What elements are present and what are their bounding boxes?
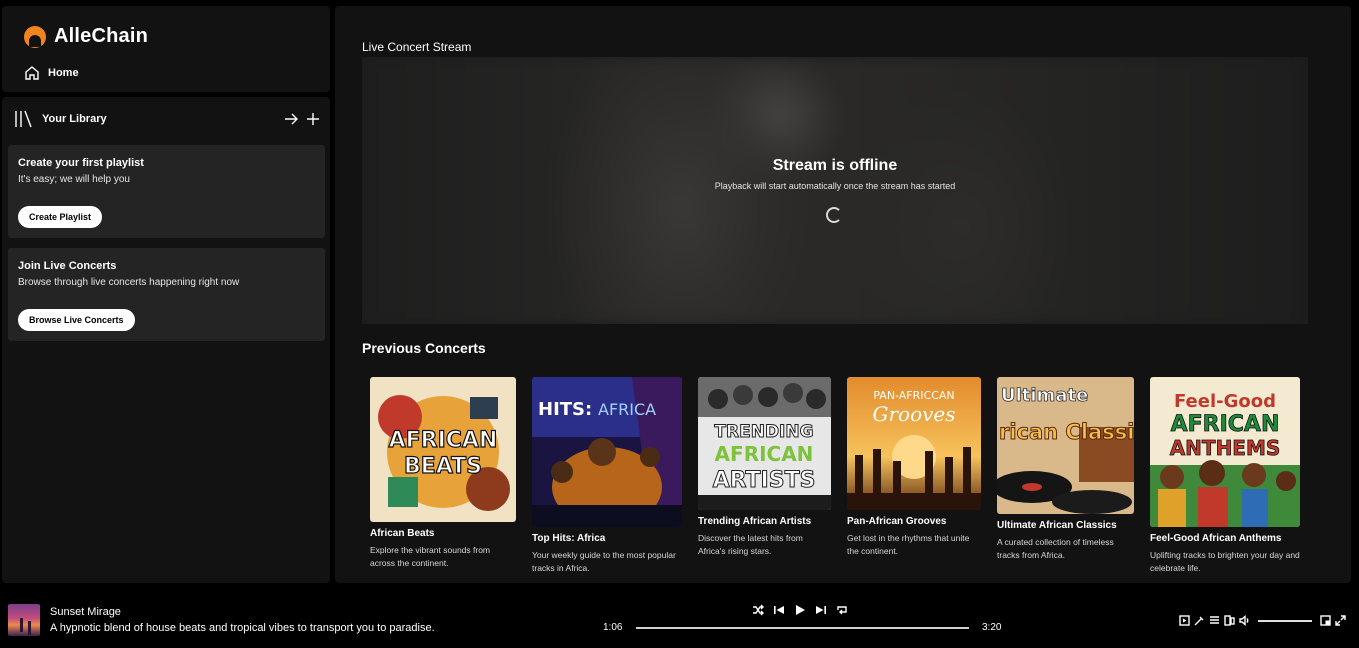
card-text: Browse through live concerts happening r… xyxy=(18,277,240,288)
concert-artwork: TRENDING AFRICAN ARTISTS xyxy=(698,377,831,510)
svg-text:Ultimate: Ultimate xyxy=(1001,385,1088,406)
concert-description: Discover the latest hits from Africa's r… xyxy=(698,533,803,556)
browse-live-concerts-button[interactable]: Browse Live Concerts xyxy=(18,309,135,331)
svg-text:ARTISTS: ARTISTS xyxy=(713,468,816,493)
repeat-icon[interactable] xyxy=(836,604,848,616)
svg-text:AFRICAN: AFRICAN xyxy=(1171,412,1280,437)
concert-title: Top Hits: Africa xyxy=(532,533,606,544)
live-concerts-card: Join Live Concerts Browse through live c… xyxy=(8,248,325,341)
track-thumbnail[interactable] xyxy=(8,604,40,636)
concert-description: Get lost in the rhythms that unite the c… xyxy=(847,533,970,556)
app-logo[interactable]: AlleChain xyxy=(24,25,148,48)
concert-card-trending-african-artists[interactable]: TRENDING AFRICAN ARTISTS Trending Africa… xyxy=(698,377,831,558)
nav-home-label: Home xyxy=(48,67,79,79)
concert-artwork: Feel-Good AFRICAN ANTHEMS xyxy=(1150,377,1300,527)
connect-device-icon[interactable] xyxy=(1224,615,1235,626)
mini-player-icon[interactable] xyxy=(1320,615,1331,626)
card-text: It's easy; we will help you xyxy=(18,174,130,185)
concert-description: Uplifting tracks to brighten your day an… xyxy=(1150,550,1300,573)
shuffle-icon[interactable] xyxy=(752,604,764,616)
svg-text:rican Classi: rican Classi xyxy=(999,420,1134,444)
library-header: Your Library xyxy=(14,109,320,129)
concert-title: Trending African Artists xyxy=(698,516,812,527)
library-toggle[interactable]: Your Library xyxy=(14,110,107,128)
track-title[interactable]: Sunset Mirage xyxy=(50,606,121,618)
concert-artwork: Ultimate rican Classi xyxy=(997,377,1134,514)
live-section-label: Live Concert Stream xyxy=(362,40,472,54)
total-time: 3:20 xyxy=(982,622,1002,633)
live-stream-player[interactable]: Stream is offline Playback will start au… xyxy=(362,57,1308,324)
concert-card-ultimate-african-classics[interactable]: Ultimate rican Classi Ultimate African C… xyxy=(997,377,1134,562)
concert-title: African Beats xyxy=(370,528,435,539)
svg-text:AFRICAN: AFRICAN xyxy=(389,428,498,453)
track-description: A hypnotic blend of house beats and trop… xyxy=(50,622,435,634)
library-icon xyxy=(14,110,34,128)
logo-icon xyxy=(24,25,46,48)
stream-status-title: Stream is offline xyxy=(772,157,898,174)
concert-card-feel-good-african-anthems[interactable]: Feel-Good AFRICAN ANTHEMS Feel-Good Afri… xyxy=(1150,377,1300,575)
library-title: Your Library xyxy=(42,113,107,125)
brand-panel: AlleChain Home xyxy=(2,6,330,92)
lyrics-icon[interactable] xyxy=(1194,615,1205,626)
progress-bar[interactable] xyxy=(636,627,969,629)
concert-title: Feel-Good African Anthems xyxy=(1150,533,1282,544)
previous-track-icon[interactable] xyxy=(773,604,785,616)
svg-text:AFRICA: AFRICA xyxy=(598,400,656,419)
concert-description: Explore the vibrant sounds from across t… xyxy=(370,545,491,568)
current-time: 1:06 xyxy=(603,622,623,633)
queue-icon[interactable] xyxy=(1209,615,1220,626)
fullscreen-icon[interactable] xyxy=(1335,615,1346,626)
next-track-icon[interactable] xyxy=(815,604,827,616)
concert-card-african-beats[interactable]: AFRICAN BEATS African Beats Explore the … xyxy=(370,377,516,570)
create-playlist-button[interactable]: Create Playlist xyxy=(18,206,103,228)
concert-description: Your weekly guide to the most popular tr… xyxy=(532,550,676,573)
player-tools xyxy=(1179,615,1346,626)
card-title: Create your first playlist xyxy=(18,157,144,169)
library-panel: Your Library Create your first playlist … xyxy=(2,97,330,583)
svg-text:BEATS: BEATS xyxy=(404,454,482,479)
svg-text:TRENDING: TRENDING xyxy=(714,422,813,442)
svg-text:PAN-AFRICCAN: PAN-AFRICCAN xyxy=(873,389,954,402)
loading-spinner-icon xyxy=(826,207,842,223)
concert-card-top-hits-africa[interactable]: HITS: AFRICA Top Hits: Africa Your weekl… xyxy=(532,377,682,575)
svg-text:HITS:: HITS: xyxy=(538,399,592,420)
concert-title: Ultimate African Classics xyxy=(997,520,1117,531)
svg-text:Feel-Good: Feel-Good xyxy=(1174,391,1276,412)
play-icon[interactable] xyxy=(794,604,806,616)
home-icon xyxy=(24,65,40,81)
volume-icon[interactable] xyxy=(1239,615,1250,626)
plus-icon[interactable] xyxy=(306,112,320,126)
concert-title: Pan-African Grooves xyxy=(847,516,947,527)
main-panel: Live Concert Stream Stream is offline Pl… xyxy=(335,6,1351,583)
arrow-right-icon[interactable] xyxy=(284,112,298,126)
svg-text:ANTHEMS: ANTHEMS xyxy=(1170,436,1281,460)
stream-status-subtitle: Playback will start automatically once t… xyxy=(714,181,956,191)
concert-artwork: AFRICAN BEATS xyxy=(370,377,516,522)
create-playlist-card: Create your first playlist It's easy; we… xyxy=(8,145,325,238)
card-title: Join Live Concerts xyxy=(18,260,117,272)
app-name: AlleChain xyxy=(54,25,149,47)
svg-text:Grooves: Grooves xyxy=(872,402,955,426)
svg-text:AFRICAN: AFRICAN xyxy=(715,442,814,466)
concert-artwork: PAN-AFRICCAN Grooves xyxy=(847,377,981,510)
nav-home[interactable]: Home xyxy=(24,65,79,81)
playback-controls xyxy=(752,604,848,616)
concert-card-pan-african-grooves[interactable]: PAN-AFRICCAN Grooves Pan-African Grooves… xyxy=(847,377,981,558)
concert-description: A curated collection of timeless tracks … xyxy=(997,537,1114,560)
volume-slider[interactable] xyxy=(1258,619,1312,622)
player-bar: Sunset Mirage A hypnotic blend of house … xyxy=(0,588,1359,648)
now-playing-view-icon[interactable] xyxy=(1179,615,1190,626)
concert-artwork: HITS: AFRICA xyxy=(532,377,682,527)
previous-concerts-title: Previous Concerts xyxy=(362,340,486,356)
